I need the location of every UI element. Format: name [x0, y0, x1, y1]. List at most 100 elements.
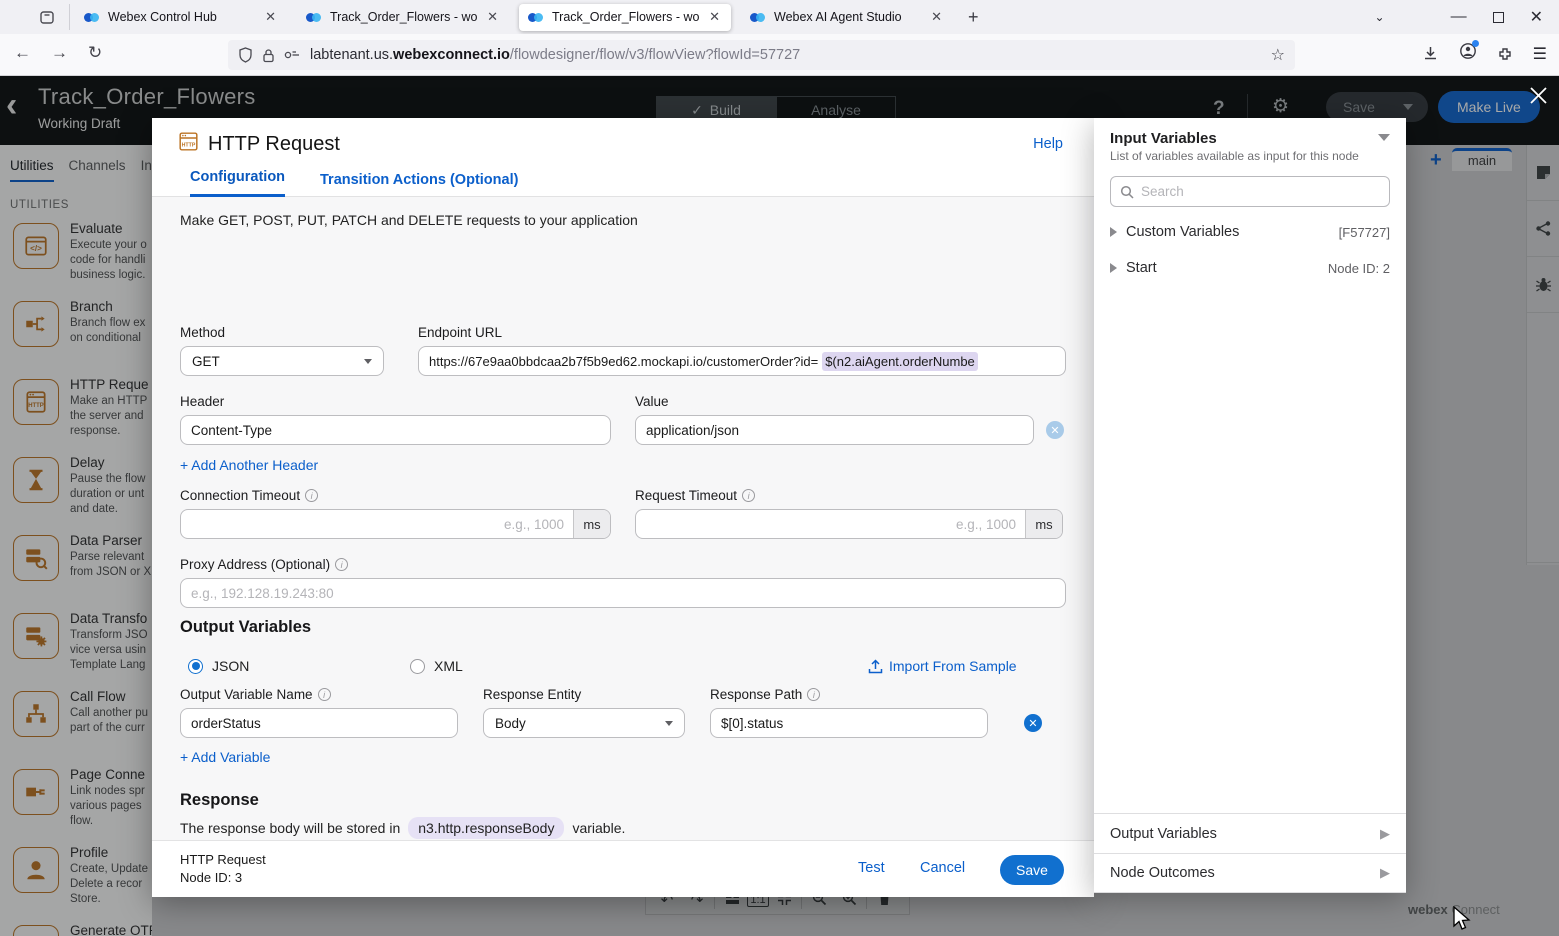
webex-favicon	[528, 11, 545, 24]
browser-tab-ai-agent-studio[interactable]: Webex AI Agent Studio ✕	[741, 4, 953, 31]
extensions-icon[interactable]	[1497, 46, 1513, 62]
tab-title: Webex AI Agent Studio	[774, 10, 922, 24]
browser-nav-bar: ← → ↻ labtenant.us.webexconnect.io/flowd…	[0, 34, 1559, 76]
modal-body: Make GET, POST, PUT, PATCH and DELETE re…	[152, 197, 1094, 840]
browser-tab-workflow-1[interactable]: Track_Order_Flowers - workflow ✕	[297, 4, 509, 31]
forward-icon[interactable]: →	[51, 43, 68, 63]
search-placeholder: Search	[1141, 184, 1184, 199]
tab-title: Webex Control Hub	[108, 10, 256, 24]
info-icon[interactable]: i	[318, 688, 331, 701]
lock-icon[interactable]	[262, 48, 275, 63]
bookmark-star-icon[interactable]: ☆	[1263, 45, 1285, 65]
group-custom-variables[interactable]: Custom Variables [F57727]	[1110, 222, 1390, 242]
footer-node-name: HTTP Request	[180, 852, 266, 867]
add-variable-link[interactable]: + Add Variable	[180, 749, 270, 765]
save-button[interactable]: Save	[1000, 855, 1064, 885]
value-label: Value	[635, 394, 669, 409]
menu-icon[interactable]: ☰	[1533, 44, 1547, 64]
input-variables-panel: Input Variables List of variables availa…	[1094, 118, 1406, 893]
value-input[interactable]	[635, 415, 1034, 445]
browser-tab-workflow-2-active[interactable]: Track_Order_Flowers - workflow ✕	[519, 4, 731, 31]
shield-icon[interactable]	[238, 47, 253, 63]
group-start[interactable]: Start Node ID: 2	[1110, 258, 1390, 278]
radio-unselected-icon	[410, 659, 425, 674]
format-radio-json[interactable]: JSON	[188, 658, 249, 674]
response-entity-label: Response Entity	[483, 687, 581, 702]
tab-close-icon[interactable]: ✕	[263, 9, 278, 25]
tab-close-icon[interactable]: ✕	[929, 9, 944, 25]
remove-variable-icon[interactable]: ✕	[1024, 714, 1042, 732]
info-icon[interactable]: i	[742, 489, 755, 502]
browser-tab-control-hub[interactable]: Webex Control Hub ✕	[75, 4, 287, 31]
header-label: Header	[180, 394, 224, 409]
chevron-right-icon: ▶	[1380, 826, 1390, 842]
proxy-address-input[interactable]	[180, 578, 1066, 608]
info-icon[interactable]: i	[335, 558, 348, 571]
response-variable-token: n3.http.responseBody	[408, 817, 564, 839]
help-link[interactable]: Help	[1033, 136, 1063, 152]
format-radio-xml[interactable]: XML	[410, 658, 463, 674]
tab-configuration[interactable]: Configuration	[190, 169, 285, 197]
method-label: Method	[180, 325, 225, 340]
panel-title: Input Variables	[1110, 130, 1217, 147]
response-entity-select[interactable]: Body	[483, 708, 685, 738]
connection-timeout-input[interactable]	[181, 510, 573, 538]
tab-close-icon[interactable]: ✕	[485, 9, 500, 25]
output-variables-heading: Output Variables	[180, 618, 311, 637]
endpoint-url-input[interactable]: https://67e9aa0bbdcaa2b7f5b9ed62.mockapi…	[418, 346, 1066, 376]
method-select[interactable]: GET	[180, 346, 384, 376]
browser-tab-strip: Webex Control Hub ✕ Track_Order_Flowers …	[0, 0, 1559, 34]
variables-search-field[interactable]: Search	[1110, 176, 1390, 207]
permissions-icon[interactable]	[284, 49, 301, 61]
add-another-header-link[interactable]: + Add Another Header	[180, 457, 318, 473]
info-icon[interactable]: i	[807, 688, 820, 701]
webex-favicon	[306, 11, 323, 24]
import-from-sample-link[interactable]: Import From Sample	[868, 658, 1017, 674]
group-badge: Node ID: 2	[1328, 261, 1390, 276]
proxy-address-label: Proxy Address (Optional)i	[180, 557, 348, 572]
endpoint-url-label: Endpoint URL	[418, 325, 502, 340]
back-icon[interactable]: ←	[14, 43, 31, 63]
downloads-icon[interactable]	[1422, 45, 1439, 62]
webex-favicon	[750, 11, 767, 24]
upload-icon	[868, 659, 883, 674]
minimize-icon[interactable]: —	[1451, 8, 1467, 26]
output-variables-row[interactable]: Output Variables ▶	[1094, 813, 1406, 853]
info-icon[interactable]: i	[305, 489, 318, 502]
notification-dot	[1472, 40, 1479, 47]
http-node-icon: HTTP	[178, 131, 199, 157]
header-input[interactable]	[180, 415, 611, 445]
list-all-tabs-icon[interactable]: ⌄	[1375, 10, 1385, 24]
remove-header-icon[interactable]: ✕	[1046, 421, 1064, 439]
group-badge: [F57727]	[1339, 225, 1390, 240]
cancel-button[interactable]: Cancel	[920, 860, 965, 876]
search-icon	[1120, 185, 1134, 199]
tab-close-icon[interactable]: ✕	[707, 9, 722, 25]
panel-subtitle: List of variables available as input for…	[1110, 149, 1359, 163]
svg-text:HTTP: HTTP	[182, 142, 196, 148]
window-close-icon[interactable]: ✕	[1530, 7, 1543, 27]
collapse-caret-icon[interactable]	[1378, 134, 1390, 141]
connection-timeout-label: Connection Timeouti	[180, 488, 318, 503]
tab-transition-actions[interactable]: Transition Actions (Optional)	[320, 172, 518, 197]
response-heading: Response	[180, 791, 259, 810]
node-outcomes-row[interactable]: Node Outcomes ▶	[1094, 853, 1406, 893]
modal-close-icon[interactable]	[1529, 86, 1548, 110]
reload-icon[interactable]: ↻	[88, 43, 102, 63]
window-controls: ⌄ — ✕	[1375, 7, 1559, 27]
request-timeout-field: ms	[635, 509, 1063, 539]
url-bar[interactable]: labtenant.us.webexconnect.io/flowdesigne…	[228, 40, 1295, 70]
response-storage-note: The response body will be stored in n3.h…	[180, 817, 625, 839]
expand-triangle-icon	[1110, 227, 1117, 237]
response-path-input[interactable]	[710, 708, 988, 738]
new-tab-button[interactable]: +	[958, 7, 989, 28]
response-path-label: Response Pathi	[710, 687, 820, 702]
request-timeout-input[interactable]	[636, 510, 1025, 538]
output-variable-name-input[interactable]	[180, 708, 458, 738]
firefox-view-icon[interactable]	[36, 4, 70, 30]
maximize-icon[interactable]	[1493, 12, 1504, 23]
footer-node-id: Node ID: 3	[180, 870, 242, 885]
chevron-down-icon	[665, 721, 673, 726]
account-icon[interactable]	[1459, 42, 1477, 65]
test-button[interactable]: Test	[858, 860, 885, 876]
